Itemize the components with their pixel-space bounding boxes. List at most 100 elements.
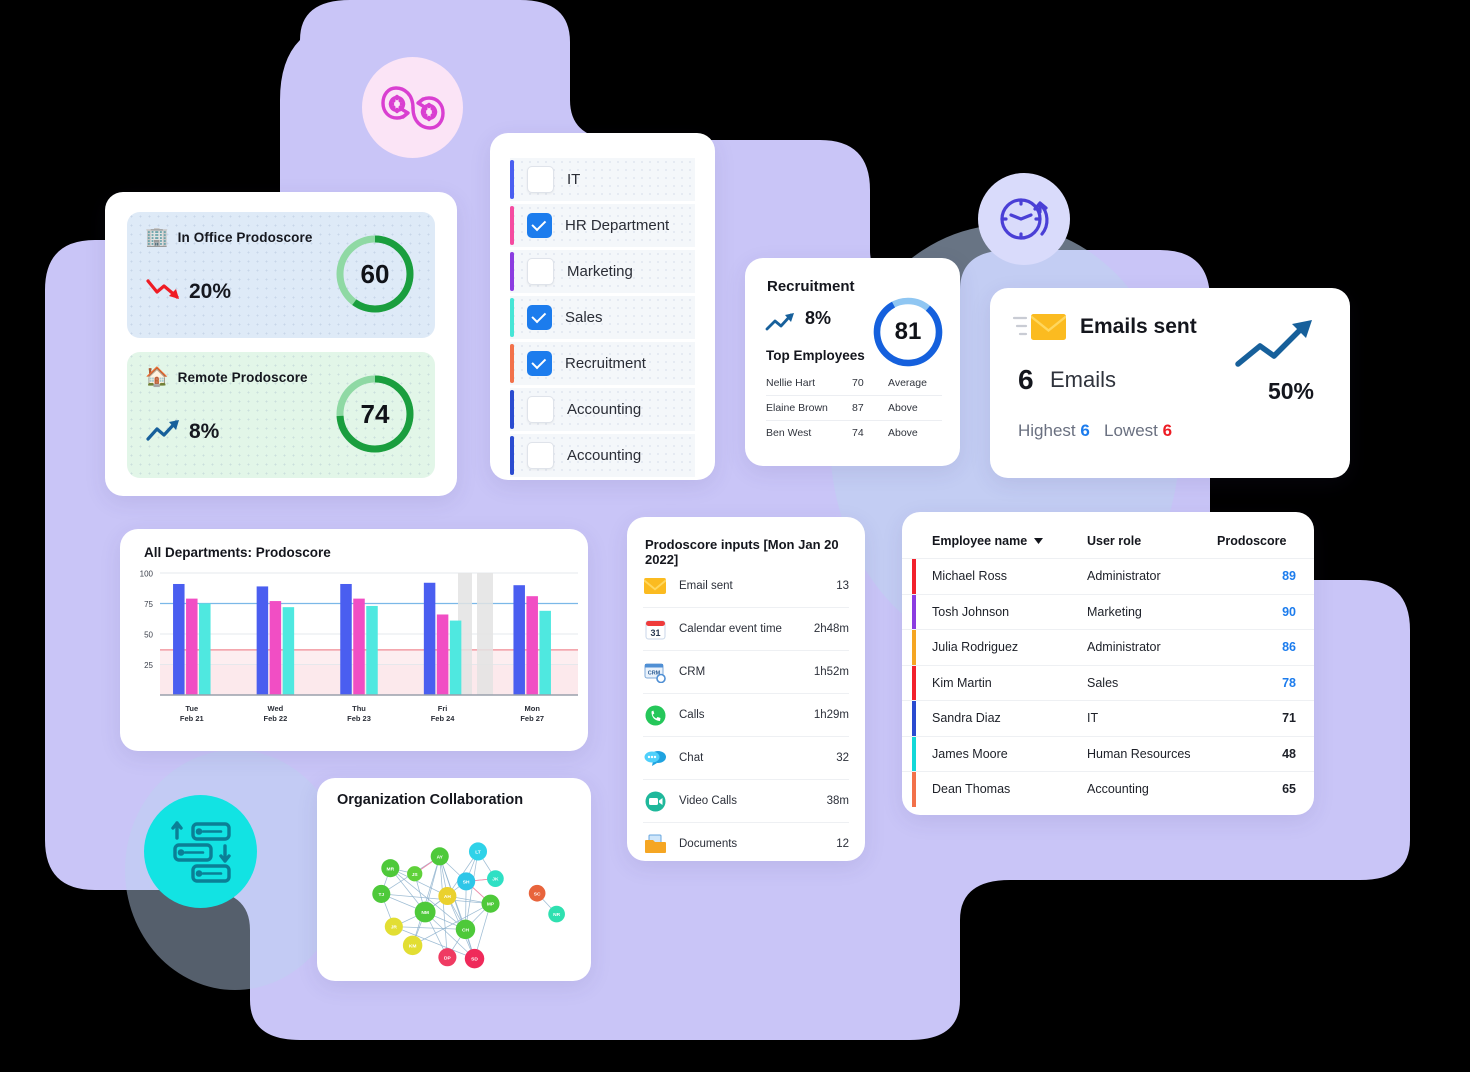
department-row[interactable]: HR Department <box>510 204 695 247</box>
department-label: HR Department <box>565 217 670 234</box>
trend-up-arrow-icon <box>1235 320 1312 367</box>
graph-node-label: NR <box>553 912 561 918</box>
input-row[interactable]: Documents 12 <box>643 822 849 865</box>
department-checkbox[interactable] <box>527 213 552 238</box>
inputs-list: Email sent 13 31 Calendar event time 2h48m CR… <box>643 565 849 865</box>
input-row[interactable]: Calls 1h29m <box>643 693 849 736</box>
input-value: 2h48m <box>813 623 849 635</box>
chart-bar <box>340 583 352 695</box>
all-departments-chart-card: All Departments: Prodoscore 25 50 75 100 Tue… <box>120 529 588 751</box>
table-row[interactable]: Sandra Diaz IT 71 <box>902 700 1314 736</box>
employee-role: Human Resources <box>1087 746 1191 761</box>
recruitment-title: Recruitment <box>767 278 855 295</box>
trend-down-icon <box>146 279 179 299</box>
department-label: Marketing <box>567 263 633 280</box>
department-checkbox[interactable] <box>527 351 552 376</box>
department-checkbox[interactable] <box>527 396 554 423</box>
top-employee-row: Ben West 74 Above <box>766 421 942 446</box>
employee-name: Kim Martin <box>932 675 992 690</box>
department-checkbox[interactable] <box>527 258 554 285</box>
chevron-down-icon[interactable] <box>1034 538 1044 544</box>
employees-table-card: Employee name User role Prodoscore Micha… <box>902 512 1314 815</box>
clock-rotate-badge <box>978 173 1070 265</box>
envelope-icon <box>643 574 667 598</box>
emails-unit: Emails <box>1050 367 1117 392</box>
x-axis-tick: Feb 24 <box>431 714 456 723</box>
graph-node-label: SD <box>471 957 478 963</box>
row-color-bar <box>912 559 916 594</box>
in-office-percent: 20% <box>189 280 232 303</box>
row-color-bar <box>912 701 916 736</box>
chart-bar <box>282 607 295 695</box>
employee-prodoscore: 78 <box>1282 675 1296 690</box>
department-row[interactable]: Marketing <box>510 250 695 293</box>
input-row[interactable]: CRM CRM 1h52m <box>643 650 849 693</box>
crm-icon: CRM <box>643 660 667 684</box>
employee-score: 87 <box>852 395 888 421</box>
x-axis-tick: Feb 27 <box>520 714 544 723</box>
table-row[interactable]: James Moore Human Resources 48 <box>902 735 1314 771</box>
tile-title: In Office Prodoscore <box>177 230 313 245</box>
department-row[interactable]: Recruitment <box>510 342 695 385</box>
column-user-role[interactable]: User role <box>1087 534 1217 548</box>
row-color-bar <box>912 772 916 807</box>
devops-loop-badge <box>362 57 463 158</box>
input-label: Documents <box>679 838 738 850</box>
lowest-label: Lowest <box>1104 421 1158 440</box>
department-row[interactable]: IT <box>510 158 695 201</box>
x-axis-tick: Tue <box>185 704 198 713</box>
table-row[interactable]: Kim Martin Sales 78 <box>902 664 1314 700</box>
row-color-bar <box>912 594 916 629</box>
table-row[interactable]: Michael Ross Administrator 89 <box>902 558 1314 594</box>
input-row[interactable]: Video Calls 38m <box>643 779 849 822</box>
input-row[interactable]: Chat 32 <box>643 736 849 779</box>
graph-node-label: MP <box>487 902 495 908</box>
in-office-prodoscore-tile[interactable]: 🏢 In Office Prodoscore 20% 60 <box>127 212 435 338</box>
remote-prodoscore-tile[interactable]: 🏠 Remote Prodoscore 8% 74 <box>127 352 435 478</box>
chart-bar <box>539 610 551 695</box>
department-row[interactable]: Accounting <box>510 434 695 477</box>
department-row[interactable]: Sales <box>510 296 695 339</box>
clock-rotate-icon <box>1000 198 1049 240</box>
input-value: 13 <box>836 580 849 592</box>
graph-node-label: SC <box>534 891 541 897</box>
departments-list: IT HR Department Marketing Sales Recruitment… <box>510 158 695 480</box>
column-employee-name[interactable]: Employee name <box>932 534 1087 548</box>
graph-node-label: JR <box>391 925 398 931</box>
employee-prodoscore: 86 <box>1282 640 1296 655</box>
employee-prodoscore: 48 <box>1282 746 1296 761</box>
input-label: CRM <box>679 666 706 678</box>
input-label: Video Calls <box>679 795 737 807</box>
remote-score: 74 <box>360 398 390 429</box>
chart-title: All Departments: Prodoscore <box>144 545 331 560</box>
department-label: Accounting <box>567 447 642 464</box>
graph-node-label: LT <box>475 850 481 856</box>
department-checkbox[interactable] <box>527 442 554 469</box>
trend-up-icon <box>765 313 794 331</box>
prodoscore-card: 🏢 In Office Prodoscore 20% 60 🏠 Remote P… <box>105 192 457 496</box>
graph-edge <box>381 893 491 905</box>
input-row[interactable]: 31 Calendar event time 2h48m <box>643 607 849 650</box>
employee-name: Tosh Johnson <box>932 604 1010 619</box>
department-color-bar <box>510 298 514 337</box>
department-color-bar <box>510 390 514 429</box>
tile-title: Remote Prodoscore <box>177 370 308 385</box>
highest-value: 6 <box>1080 421 1090 440</box>
chart-bar <box>353 598 365 695</box>
department-checkbox[interactable] <box>527 305 552 330</box>
input-row[interactable]: Email sent 13 <box>643 565 849 607</box>
column-prodoscore[interactable]: Prodoscore <box>1217 534 1304 548</box>
employee-status: Above <box>888 427 918 439</box>
in-office-gauge: 60 <box>331 230 419 318</box>
table-row[interactable]: Tosh Johnson Marketing 90 <box>902 593 1314 629</box>
devops-loop-icon <box>380 85 445 130</box>
department-checkbox[interactable] <box>527 166 554 193</box>
graph-edge <box>439 856 448 958</box>
table-row[interactable]: Dean Thomas Accounting 65 <box>902 771 1314 807</box>
department-row[interactable]: Accounting <box>510 388 695 431</box>
chat-icon <box>643 746 667 770</box>
top-employee-row: Nellie Hart 70 Average <box>766 371 942 396</box>
house-icon: 🏠 <box>145 367 169 388</box>
table-header-row: Employee name User role Prodoscore <box>902 512 1314 558</box>
table-row[interactable]: Julia Rodriguez Administrator 86 <box>902 629 1314 665</box>
